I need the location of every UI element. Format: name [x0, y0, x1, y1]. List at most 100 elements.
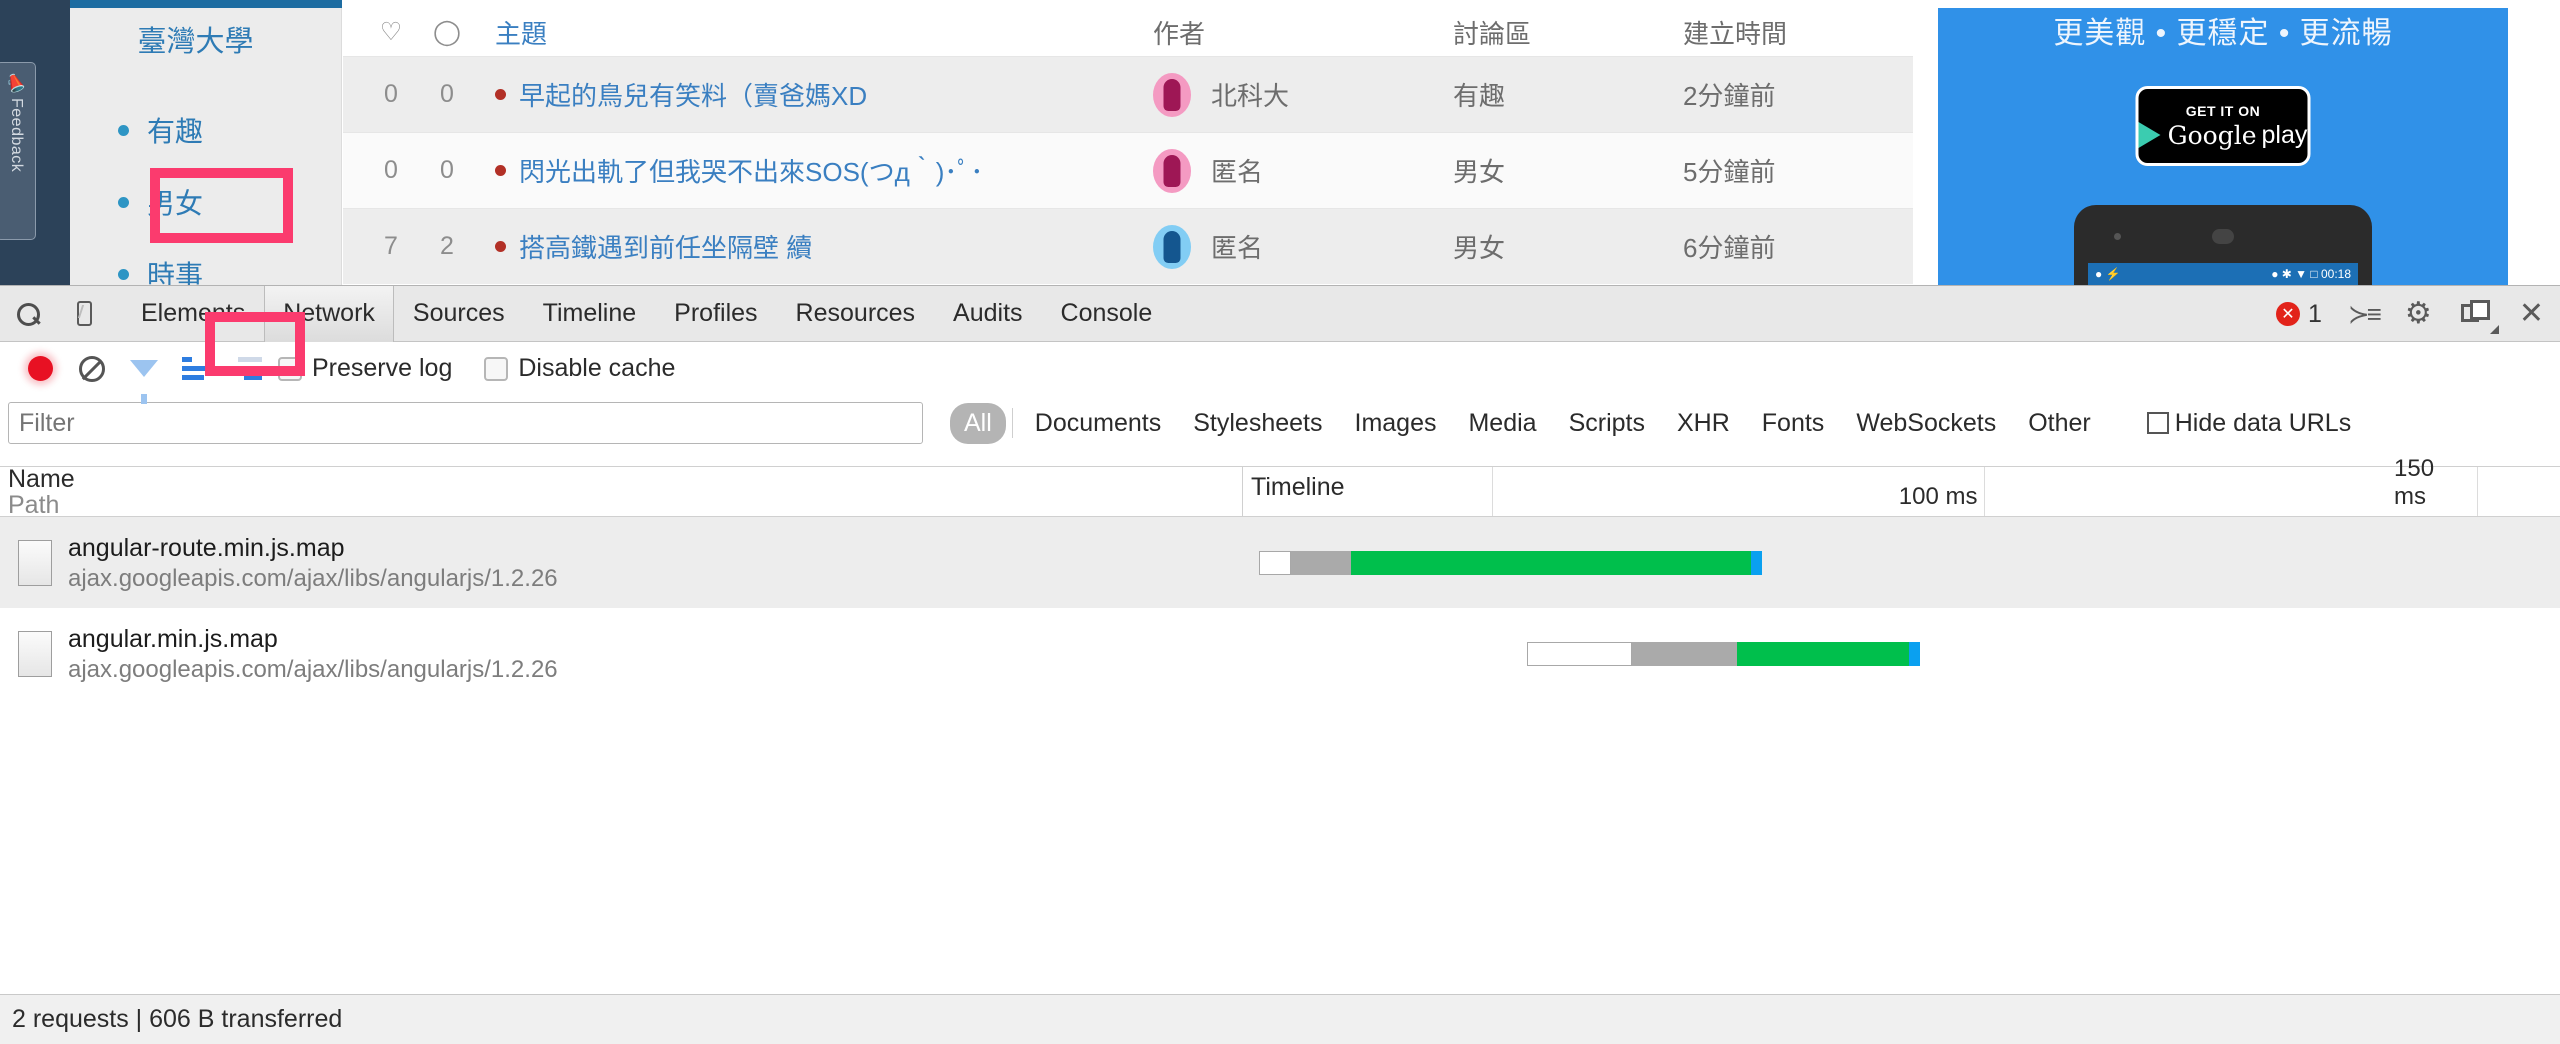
avatar [1153, 224, 1191, 269]
unread-dot-icon [495, 89, 506, 100]
gear-icon[interactable]: ⚙ [2405, 299, 2435, 329]
inspect-element-button[interactable] [0, 286, 56, 342]
waterfall-segment-download [1350, 550, 1751, 575]
tab-sources[interactable]: Sources [394, 286, 524, 342]
annotation-network-tab [150, 168, 293, 243]
google-play-badge[interactable]: GET IT ON Google play [2135, 86, 2311, 166]
document-icon [18, 539, 52, 586]
waterfall-bar [1258, 550, 1762, 575]
status-summary: 2 requests | 606 B transferred [12, 1005, 343, 1033]
likes-header-icon: ♡ [379, 18, 403, 46]
clear-button[interactable] [66, 342, 118, 395]
devtools-panel: Elements Network Sources Timeline Profil… [0, 285, 2560, 1044]
filter-media[interactable]: Media [1452, 403, 1552, 444]
tab-audits[interactable]: Audits [934, 286, 1041, 342]
row-board: 男女 [1453, 233, 1506, 263]
row-comments: 0 [440, 80, 454, 108]
row-title-link[interactable]: 閃光出軌了但我哭不出來SOS(つд｀)･ﾟ･ [475, 152, 1153, 189]
row-title-link[interactable]: 搭高鐵遇到前任坐隔壁 續 [475, 228, 1153, 265]
request-path: ajax.googleapis.com/ajax/libs/angularjs/… [68, 655, 558, 683]
tab-resources[interactable]: Resources [777, 286, 935, 342]
author-header: 作者 [1153, 18, 1206, 49]
filter-stylesheets[interactable]: Stylesheets [1177, 403, 1338, 444]
table-row[interactable]: 7 2 搭高鐵遇到前任坐隔壁 續 匿名 男女 6分鐘前 [343, 208, 1913, 284]
bullet-icon [118, 124, 129, 136]
row-time: 6分鐘前 [1683, 233, 1776, 263]
row-title-link[interactable]: 早起的鳥兒有笑料（賣爸媽XD [475, 76, 1153, 113]
webpage-viewport: 📣 Feedback 臺灣大學 有趣 男女 時事 ♡ ◯ 主題 作者 討論區 建… [0, 0, 2560, 285]
network-table-header: Name Path Timeline 100 ms 150 ms [0, 455, 2560, 519]
table-row[interactable]: 0 0 閃光出軌了但我哭不出來SOS(つд｀)･ﾟ･ 匿名 男女 5分鐘前 [343, 132, 1913, 208]
bullet-icon [118, 196, 129, 208]
annotation-request-name [205, 312, 305, 376]
phone-right-status: ● ✱ ▼ □ 00:18 [2271, 267, 2351, 281]
row-time: 5分鐘前 [1683, 157, 1776, 187]
row-comments: 2 [440, 232, 454, 260]
row-title-text: 早起的鳥兒有笑料（賣爸媽XD [519, 81, 868, 111]
console-drawer-icon[interactable]: ≻≡ [2348, 299, 2382, 330]
column-header-timeline[interactable]: Timeline 100 ms 150 ms [1243, 455, 2560, 516]
request-name-cell[interactable]: angular.min.js.map ajax.googleapis.com/a… [0, 608, 1243, 699]
error-count: 1 [2307, 299, 2322, 328]
record-button[interactable] [14, 342, 66, 395]
row-author: 匿名 [1153, 148, 1453, 193]
devtools-tabbar-actions: ✕ 1 ≻≡ ⚙ ✕ [2275, 286, 2544, 342]
filter-images[interactable]: Images [1339, 403, 1453, 444]
row-author-name: 匿名 [1211, 233, 1264, 263]
filter-documents[interactable]: Documents [1019, 403, 1177, 444]
error-count-badge[interactable]: ✕ 1 [2275, 299, 2322, 329]
preserve-log-checkbox[interactable]: Preserve log [278, 354, 480, 383]
tab-timeline[interactable]: Timeline [524, 286, 656, 342]
timeline-label: Timeline [1251, 473, 1345, 501]
record-icon [27, 356, 53, 381]
row-likes: 0 [384, 156, 398, 184]
request-name-cell[interactable]: angular-route.min.js.map ajax.googleapis… [0, 517, 1243, 608]
filter-fonts[interactable]: Fonts [1746, 403, 1841, 444]
waterfall-segment-download [1737, 641, 1910, 666]
unread-dot-icon [495, 241, 506, 252]
filter-toggle-button[interactable] [118, 342, 170, 404]
phone-mockup: ● ⚡ ● ✱ ▼ □ 00:18 [2074, 205, 2372, 285]
filter-all[interactable]: All [950, 402, 1006, 444]
network-status-bar: 2 requests | 606 B transferred [0, 994, 2560, 1044]
google-play-triangle-icon [2138, 122, 2161, 148]
filter-other[interactable]: Other [2012, 403, 2107, 444]
waterfall-bar [1527, 641, 1921, 666]
tab-profiles[interactable]: Profiles [655, 286, 776, 342]
filter-input[interactable] [8, 402, 923, 444]
table-row[interactable]: angular-route.min.js.map ajax.googleapis… [0, 517, 2560, 608]
tab-console[interactable]: Console [1042, 286, 1172, 342]
created-header: 建立時間 [1683, 18, 1788, 49]
row-likes: 0 [384, 80, 398, 108]
table-row[interactable]: angular.min.js.map ajax.googleapis.com/a… [0, 608, 2560, 699]
board-header: 討論區 [1453, 18, 1532, 49]
hide-data-urls-checkbox[interactable]: Hide data URLs [2146, 409, 2351, 438]
checkbox-icon [484, 356, 509, 381]
network-controls-bar: Preserve log Disable cache [0, 342, 2560, 404]
sidebar-item-fun[interactable]: 有趣 [118, 94, 338, 166]
close-icon[interactable]: ✕ [2519, 299, 2544, 329]
thread-table-header: ♡ ◯ 主題 作者 討論區 建立時間 [343, 8, 1913, 56]
sidebar-item-news[interactable]: 時事 [118, 238, 338, 285]
ad-panel: 更美觀 • 更穩定 • 更流暢 GET IT ON Google play ● … [1913, 0, 2560, 285]
row-author-name: 北科大 [1211, 81, 1290, 111]
filter-scripts[interactable]: Scripts [1553, 403, 1661, 444]
app-promo-banner[interactable]: 更美觀 • 更穩定 • 更流暢 GET IT ON Google play ● … [1938, 8, 2508, 285]
comments-header-icon: ◯ [433, 18, 461, 46]
filter-websockets[interactable]: WebSockets [1840, 403, 2012, 444]
network-table-body: angular-route.min.js.map ajax.googleapis… [0, 516, 2560, 994]
phone-speaker-icon [2212, 229, 2234, 244]
university-title: 臺灣大學 [137, 26, 254, 58]
waterfall-segment-stalled [1290, 550, 1351, 575]
funnel-icon [130, 360, 158, 404]
bullet-icon [118, 268, 129, 280]
feedback-tab[interactable]: 📣 Feedback [0, 62, 36, 240]
document-icon [18, 630, 52, 677]
disable-cache-checkbox[interactable]: Disable cache [484, 354, 703, 383]
dock-position-icon[interactable] [2460, 300, 2499, 334]
column-header-name-path[interactable]: Name Path [0, 467, 1243, 519]
divider [1011, 408, 1013, 438]
table-row[interactable]: 0 0 早起的鳥兒有笑料（賣爸媽XD 北科大 有趣 2分鐘前 [343, 56, 1913, 132]
filter-xhr[interactable]: XHR [1661, 403, 1746, 444]
device-toolbar-button[interactable] [56, 286, 112, 342]
